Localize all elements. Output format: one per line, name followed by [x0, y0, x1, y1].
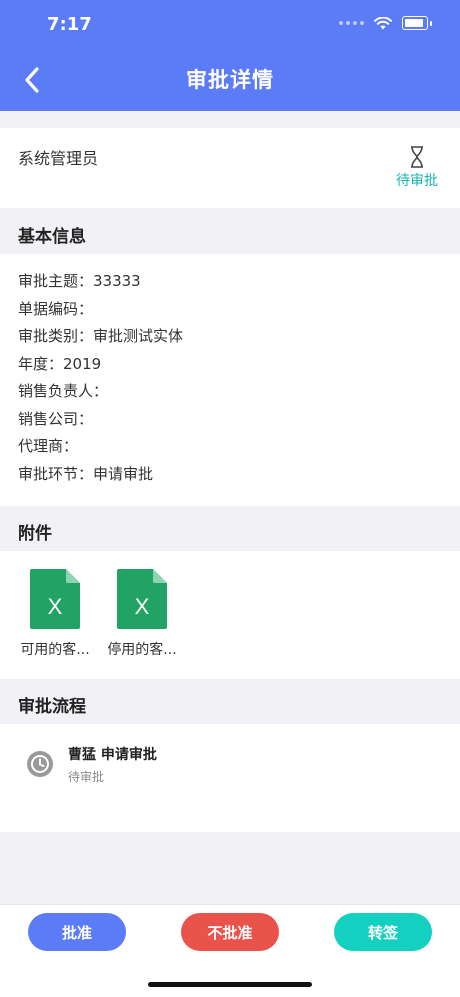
- hourglass-icon: [411, 146, 423, 168]
- attachment-name: 停用的客...: [107, 642, 177, 658]
- action-bar: 批准 不批准 转签: [0, 904, 460, 997]
- section-title: 审批流程: [18, 697, 86, 717]
- info-item: 销售公司：: [18, 409, 94, 428]
- wifi-icon: [374, 16, 392, 29]
- app-header: 7:17 审批详情: [0, 0, 460, 111]
- svg-text:X: X: [135, 594, 150, 619]
- status-time: 7:17: [47, 14, 92, 35]
- flow-step-status: 待审批: [68, 770, 105, 784]
- info-item: 审批主题：33333: [18, 272, 141, 290]
- info-item: 审批环节：申请审批: [18, 464, 154, 483]
- reject-button[interactable]: 不批准: [181, 913, 279, 951]
- info-item: 年度：2019: [18, 354, 102, 373]
- flow-step-title: 曹猛 申请审批: [68, 747, 157, 763]
- approve-button[interactable]: 批准: [28, 913, 126, 951]
- attachments-card: X 可用的客... X 停用的客...: [0, 551, 460, 679]
- excel-file-icon: X: [30, 569, 80, 629]
- page-title: 审批详情: [186, 68, 274, 92]
- attachment-item[interactable]: X 停用的客...: [98, 569, 186, 659]
- clock-icon: [27, 751, 53, 777]
- section-flow: 审批流程: [0, 680, 460, 724]
- info-item: 单据编码：: [18, 299, 94, 318]
- svg-text:X: X: [48, 594, 63, 619]
- status-label: 待审批: [396, 173, 438, 189]
- excel-file-icon: X: [117, 569, 167, 629]
- section-title: 基本信息: [18, 227, 86, 247]
- attachment-name: 可用的客...: [20, 642, 90, 658]
- approval-flow-card: 曹猛 申请审批 待审批: [0, 724, 460, 832]
- section-title: 附件: [18, 524, 52, 544]
- transfer-button[interactable]: 转签: [334, 913, 432, 951]
- info-item: 审批类别：审批测试实体: [18, 327, 184, 345]
- section-basic-info: 基本信息: [0, 210, 460, 254]
- attachment-item[interactable]: X 可用的客...: [11, 569, 99, 659]
- applicant-card: 系统管理员 待审批: [0, 128, 460, 208]
- battery-icon: [402, 16, 428, 30]
- info-item: 销售负责人：: [18, 382, 109, 400]
- applicant-name: 系统管理员: [18, 149, 99, 168]
- signal-icon: [339, 21, 364, 25]
- info-item: 代理商：: [18, 437, 79, 455]
- home-indicator: [148, 982, 312, 987]
- approval-status: 待审批: [392, 146, 442, 190]
- section-attachments: 附件: [0, 507, 460, 551]
- info-list: 审批主题：33333 单据编码： 审批类别：审批测试实体 年度：2019 销售负…: [18, 270, 183, 490]
- basic-info-card: 审批主题：33333 单据编码： 审批类别：审批测试实体 年度：2019 销售负…: [0, 254, 460, 506]
- battery-cap: [430, 20, 432, 26]
- status-icons: [339, 16, 432, 30]
